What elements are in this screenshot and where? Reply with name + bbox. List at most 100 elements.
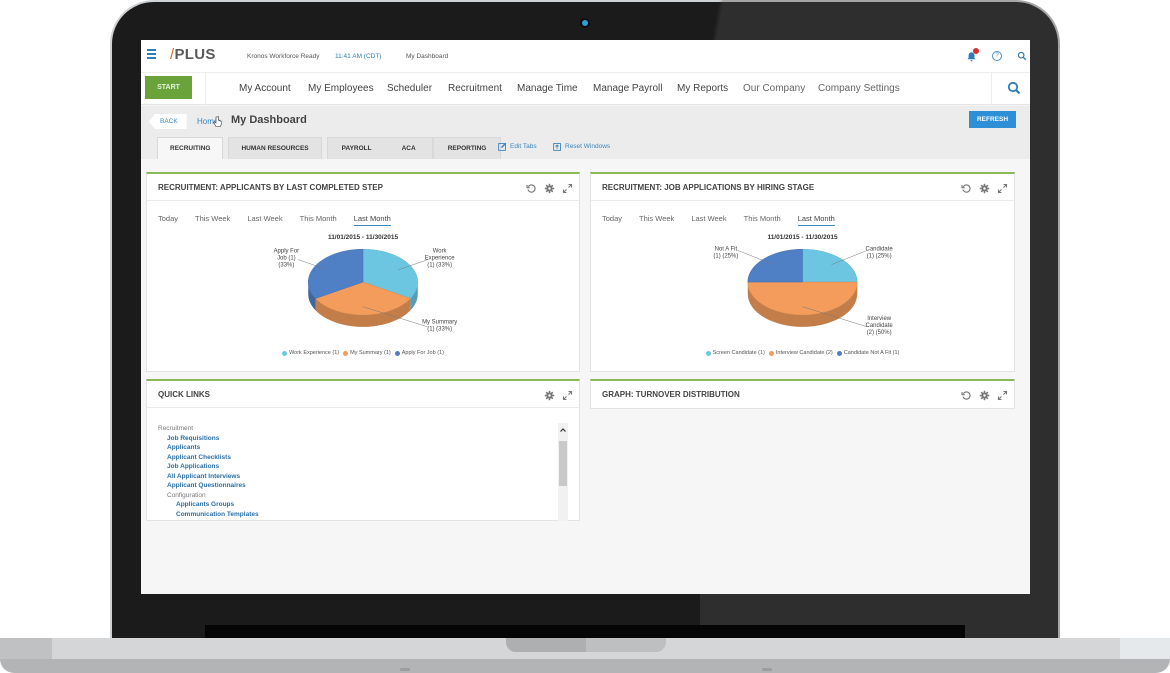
range-today[interactable]: Today bbox=[158, 214, 178, 226]
refresh-button[interactable]: REFRESH bbox=[969, 111, 1016, 128]
range-this-month[interactable]: This Month bbox=[744, 214, 781, 226]
settings-gear-icon[interactable] bbox=[979, 181, 990, 194]
page-title: My Dashboard bbox=[231, 114, 307, 126]
widget-controls bbox=[961, 181, 1008, 194]
range-last-week[interactable]: Last Week bbox=[691, 214, 726, 226]
legend-color-dot bbox=[705, 350, 711, 356]
nav-my-account[interactable]: My Account bbox=[239, 83, 291, 94]
nav-my-reports[interactable]: My Reports bbox=[677, 83, 728, 94]
nav-recruitment[interactable]: Recruitment bbox=[448, 83, 502, 94]
legend-item[interactable]: Candidate Not A Fit (1) bbox=[836, 350, 899, 356]
scrollbar-thumb[interactable] bbox=[559, 441, 567, 486]
edit-tabs-link[interactable]: Edit Tabs bbox=[498, 142, 537, 151]
range-today[interactable]: Today bbox=[602, 214, 622, 226]
search-icon[interactable] bbox=[1017, 51, 1027, 61]
scroll-up-icon[interactable] bbox=[559, 426, 567, 434]
pie-slice-label: My Summary (1) (33%) bbox=[422, 319, 457, 332]
expand-icon[interactable] bbox=[562, 181, 573, 194]
current-time: 11:41 AM (CDT) bbox=[335, 53, 382, 60]
range-this-week[interactable]: This Week bbox=[195, 214, 230, 226]
date-range-tabs: Today This Week Last Week This Month Las… bbox=[602, 214, 852, 226]
global-search-icon[interactable] bbox=[1007, 81, 1021, 95]
date-range-tabs: Today This Week Last Week This Month Las… bbox=[158, 214, 408, 226]
widget-job-applications-by-stage: RECRUITMENT: JOB APPLICATIONS BY HIRING … bbox=[590, 172, 1015, 372]
tab-human-resources[interactable]: HUMAN RESOURCES bbox=[228, 137, 322, 159]
expand-icon[interactable] bbox=[562, 388, 573, 401]
range-last-week[interactable]: Last Week bbox=[247, 214, 282, 226]
legend-item[interactable]: Interview Candidate (2) bbox=[768, 350, 833, 356]
quick-link-applicant-questionnaires[interactable]: Applicant Questionnaires bbox=[158, 481, 259, 491]
pie-slice-label: CandidateNot A Fit(1) (25%) bbox=[712, 244, 740, 259]
back-button[interactable]: BACK bbox=[149, 114, 187, 129]
widget-header: RECRUITMENT: APPLICANTS BY LAST COMPLETE… bbox=[147, 174, 579, 201]
laptop-hinge bbox=[205, 625, 965, 639]
legend-color-dot bbox=[282, 350, 288, 356]
chart-legend: Work Experience (1) My Summary (1) Apply F… bbox=[147, 350, 579, 358]
widget-title: RECRUITMENT: APPLICANTS BY LAST COMPLETE… bbox=[158, 183, 383, 192]
nav-my-employees[interactable]: My Employees bbox=[308, 83, 374, 94]
pie-slice[interactable] bbox=[747, 248, 803, 283]
widget-turnover-distribution: GRAPH: TURNOVER DISTRIBUTION bbox=[590, 379, 1015, 409]
widget-title: GRAPH: TURNOVER DISTRIBUTION bbox=[602, 390, 740, 399]
legend-label: Screen Candidate (1) bbox=[712, 350, 765, 356]
settings-gear-icon[interactable] bbox=[544, 181, 555, 194]
nav-scheduler[interactable]: Scheduler bbox=[387, 83, 432, 94]
legend-color-dot bbox=[394, 350, 400, 356]
tab-reporting[interactable]: REPORTING bbox=[432, 137, 502, 159]
range-last-month[interactable]: Last Month bbox=[353, 214, 391, 226]
quick-link-job-requisitions[interactable]: Job Requisitions bbox=[158, 434, 259, 444]
widget-applicants-by-step: RECRUITMENT: APPLICANTS BY LAST COMPLETE… bbox=[146, 172, 580, 372]
base-right-edge bbox=[1120, 638, 1170, 660]
nav-our-company[interactable]: Our Company bbox=[743, 83, 805, 94]
nav-divider bbox=[991, 73, 992, 105]
menu-icon[interactable] bbox=[147, 49, 156, 59]
expand-icon[interactable] bbox=[997, 181, 1008, 194]
quick-link-all-applicant-interviews[interactable]: All Applicant Interviews bbox=[158, 472, 259, 482]
refresh-icon[interactable] bbox=[961, 181, 972, 193]
range-this-month[interactable]: This Month bbox=[300, 214, 337, 226]
legend-item[interactable]: Apply For Job (1) bbox=[394, 350, 444, 356]
pie-slice[interactable] bbox=[802, 248, 858, 283]
logo-text: PLUS bbox=[174, 46, 216, 63]
nav-manage-time[interactable]: Manage Time bbox=[517, 83, 578, 94]
date-range-label: 11/01/2015 - 11/30/2015 bbox=[327, 234, 399, 241]
widget-header: GRAPH: TURNOVER DISTRIBUTION bbox=[591, 381, 1014, 408]
quick-link-job-applications[interactable]: Job Applications bbox=[158, 462, 259, 472]
tab-aca[interactable]: ACA bbox=[387, 137, 433, 159]
legend-item[interactable]: Screen Candidate (1) bbox=[705, 350, 765, 356]
legend-label: Apply For Job (1) bbox=[401, 350, 444, 356]
legend-item[interactable]: Work Experience (1) bbox=[282, 350, 339, 356]
range-last-month[interactable]: Last Month bbox=[797, 214, 835, 226]
refresh-icon[interactable] bbox=[961, 388, 972, 400]
quick-link-applicants-groups[interactable]: Applicants Groups bbox=[158, 500, 259, 510]
quick-links-scrollbar[interactable] bbox=[558, 423, 568, 521]
main-nav: START My Account My Employees Scheduler … bbox=[141, 73, 1030, 105]
notification-badge bbox=[973, 48, 979, 54]
quick-link-communication-templates[interactable]: Communication Templates bbox=[158, 510, 259, 520]
nav-company-settings[interactable]: Company Settings bbox=[818, 83, 900, 94]
tab-recruiting[interactable]: RECRUITING bbox=[157, 137, 224, 159]
app-logo[interactable]: /PLUS bbox=[170, 46, 216, 63]
nav-manage-payroll[interactable]: Manage Payroll bbox=[593, 83, 662, 94]
widget-controls bbox=[961, 388, 1008, 401]
settings-gear-icon[interactable] bbox=[979, 388, 990, 401]
quick-link-applicant-checklists[interactable]: Applicant Checklists bbox=[158, 453, 259, 463]
breadcrumb-separator: › bbox=[220, 117, 223, 126]
reset-windows-link[interactable]: Reset Windows bbox=[553, 142, 610, 151]
expand-icon[interactable] bbox=[997, 388, 1008, 401]
widget-header: QUICK LINKS bbox=[147, 381, 579, 408]
legend-color-dot bbox=[768, 350, 774, 356]
widget-controls bbox=[526, 181, 573, 194]
range-this-week[interactable]: This Week bbox=[639, 214, 674, 226]
start-button[interactable]: START bbox=[145, 76, 192, 99]
reset-windows-label: Reset Windows bbox=[565, 143, 611, 150]
settings-gear-icon[interactable] bbox=[544, 388, 555, 401]
quick-link-applicants[interactable]: Applicants bbox=[158, 443, 259, 453]
current-page-label: My Dashboard bbox=[406, 53, 449, 60]
refresh-icon[interactable] bbox=[526, 181, 537, 193]
tab-payroll[interactable]: PAYROLL bbox=[326, 137, 388, 159]
dashboard-content: RECRUITMENT: APPLICANTS BY LAST COMPLETE… bbox=[141, 159, 1030, 594]
widget-header: RECRUITMENT: JOB APPLICATIONS BY HIRING … bbox=[591, 174, 1014, 201]
legend-item[interactable]: My Summary (1) bbox=[343, 350, 391, 356]
help-icon[interactable]: ? bbox=[992, 51, 1002, 61]
